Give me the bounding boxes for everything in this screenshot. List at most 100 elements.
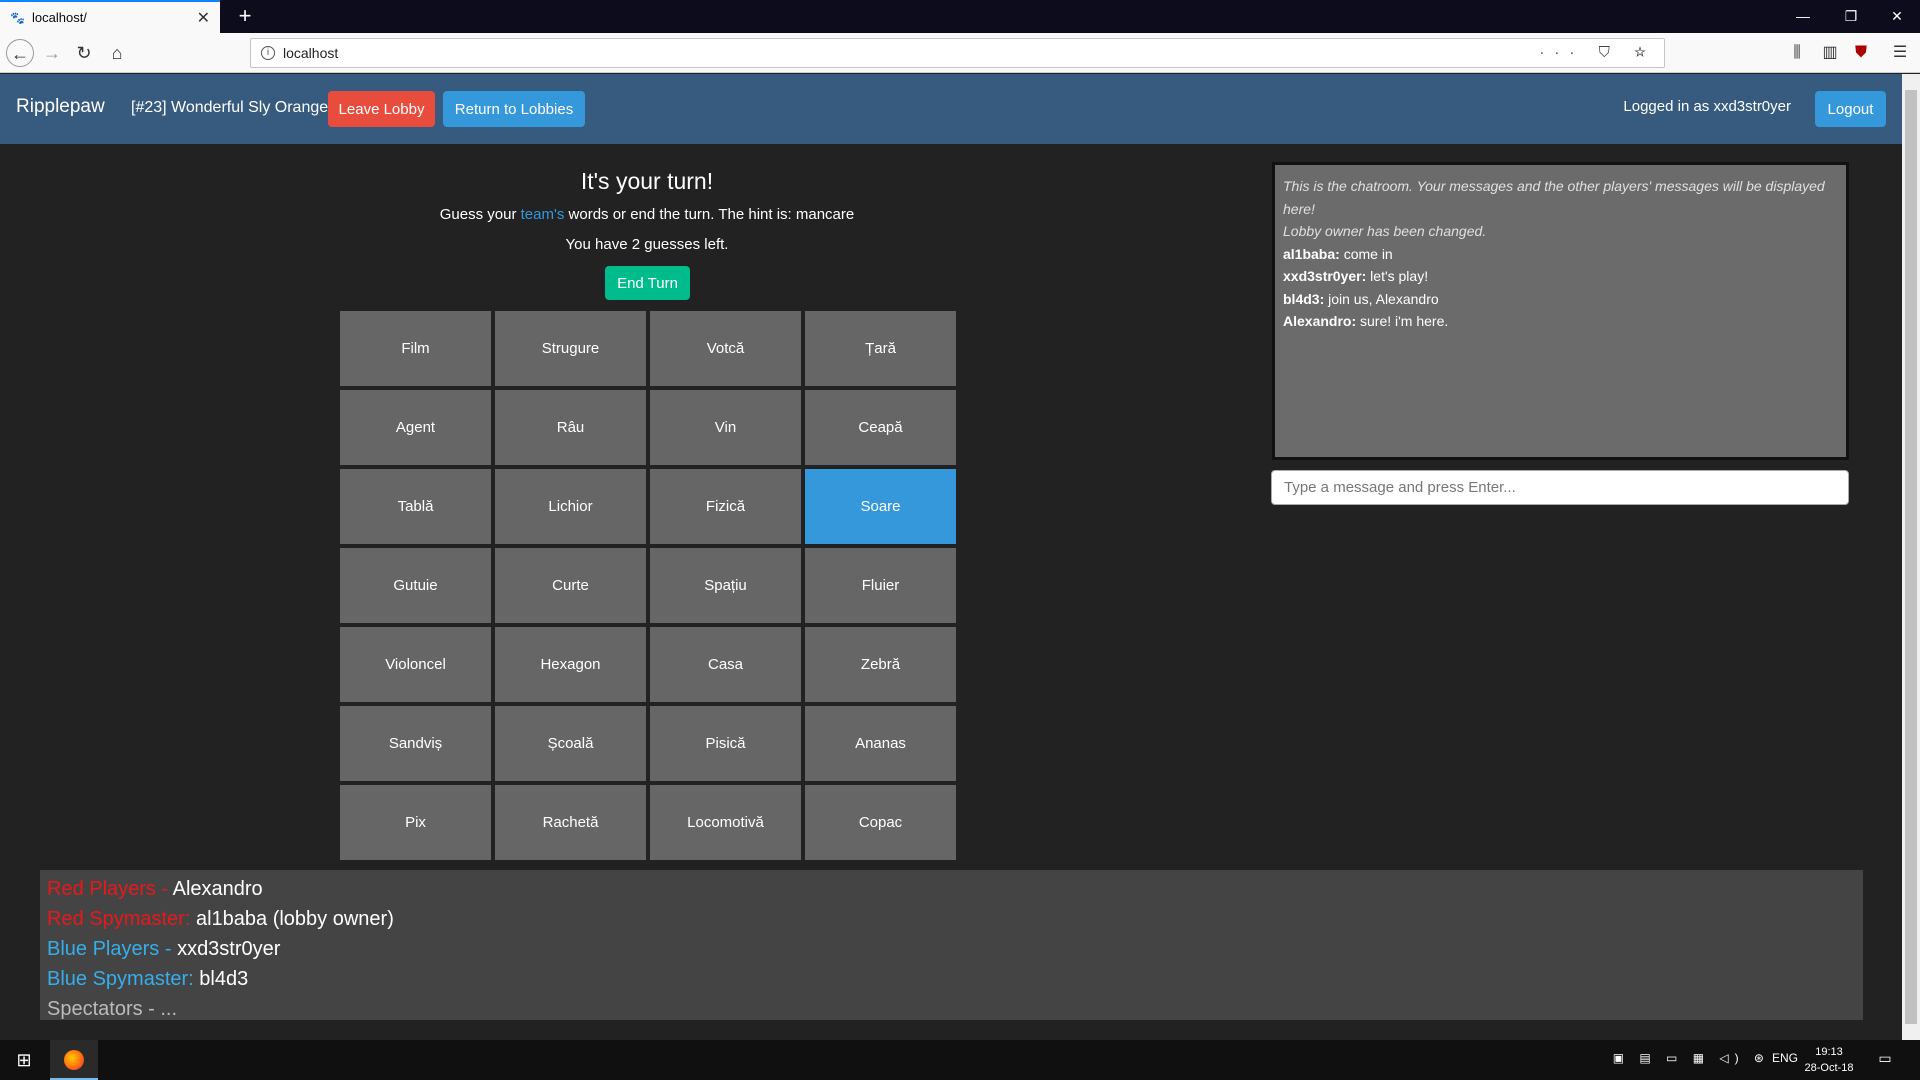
url-bar[interactable]: i localhost ··· ⛉ ☆ [250, 38, 1665, 68]
word-card[interactable]: Casa [650, 627, 801, 702]
home-icon[interactable]: ⌂ [103, 39, 131, 67]
teams-link[interactable]: team's [521, 206, 565, 223]
blue-players-names: xxd3str0yer [177, 938, 281, 960]
info-icon[interactable]: i [261, 46, 275, 60]
clock-date: 28-Oct-18 [1804, 1062, 1854, 1074]
word-card[interactable]: Ananas [805, 706, 956, 781]
taskbar-clock[interactable]: 19:13 28-Oct-18 [1797, 1044, 1861, 1076]
chat-text: sure! i'm here. [1356, 313, 1449, 329]
hint-text: Guess your team's words or end the turn.… [340, 206, 954, 223]
red-spymaster-name: al1baba (lobby owner) [195, 908, 394, 930]
scrollbar-thumb[interactable] [1905, 90, 1917, 1024]
word-card[interactable]: Zebră [805, 627, 956, 702]
library-icon[interactable]: ⫼ [1787, 43, 1807, 63]
page-scrollbar[interactable] [1902, 74, 1920, 1040]
return-to-lobbies-button[interactable]: Return to Lobbies [443, 91, 585, 127]
players-panel: Red Players - Alexandro Red Spymaster: a… [40, 870, 1863, 1020]
word-card[interactable]: Copac [805, 785, 956, 860]
blue-players-row: Blue Players - xxd3str0yer [47, 934, 1856, 964]
word-card[interactable]: Vin [650, 390, 801, 465]
browser-tab-bar: 🐾 localhost/ ✕ + — ❐ ✕ [0, 0, 1920, 33]
word-card[interactable]: Agent [340, 390, 491, 465]
word-card[interactable]: Rachetă [495, 785, 646, 860]
end-turn-button[interactable]: End Turn [605, 266, 690, 300]
chat-system-message: This is the chatroom. Your messages and … [1283, 178, 1825, 217]
word-card[interactable]: Strugure [495, 311, 646, 386]
hint-suffix: words or end the turn. The hint is: manc… [564, 206, 855, 223]
word-card[interactable]: Soare [805, 469, 956, 544]
minimize-button[interactable]: — [1780, 0, 1826, 33]
chat-text: come in [1339, 245, 1393, 262]
chat-system-message: Lobby owner has been changed. [1283, 223, 1487, 239]
chat-message: xxd3str0yer: let's play! [1283, 265, 1838, 288]
tab-title: localhost/ [32, 10, 87, 25]
red-players-row: Red Players - Alexandro [47, 874, 1856, 904]
hamburger-menu-icon[interactable]: ☰ [1890, 43, 1910, 63]
chat-input[interactable] [1271, 470, 1849, 505]
word-card[interactable]: Fluier [805, 548, 956, 623]
logout-button[interactable]: Logout [1815, 91, 1886, 127]
sidebar-icon[interactable]: ▥ [1820, 43, 1840, 63]
chat-user: xxd3str0yer: [1283, 268, 1367, 284]
tab-close-icon[interactable]: ✕ [197, 8, 210, 28]
back-icon[interactable]: ← [6, 39, 34, 67]
word-card[interactable]: Pisică [650, 706, 801, 781]
window-close-button[interactable]: ✕ [1874, 0, 1920, 33]
turn-title: It's your turn! [580, 168, 714, 194]
reload-icon[interactable]: ↻ [70, 39, 98, 67]
firefox-icon [64, 1050, 84, 1070]
blue-spymaster-name: bl4d3 [199, 968, 249, 990]
logged-in-status: Logged in as xxd3str0yer [1623, 98, 1791, 115]
notifications-icon[interactable]: ▭ [1875, 1050, 1895, 1070]
chat-message: bl4d3: join us, Alexandro [1283, 288, 1838, 311]
page-actions-icon[interactable]: ··· ⛉ ☆ [1539, 39, 1656, 67]
new-tab-button[interactable]: + [232, 3, 258, 29]
app-navbar: Ripplepaw [#23] Wonderful Sly Orange Lea… [0, 74, 1902, 144]
word-board: Film Strugure Votcă Țară Agent Râu Vin Ceapă Tab… [340, 311, 956, 860]
browser-tab[interactable]: 🐾 localhost/ ✕ [0, 0, 220, 33]
word-card[interactable]: Țară [805, 311, 956, 386]
word-card[interactable]: Curte [495, 548, 646, 623]
word-card[interactable]: Locomotivă [650, 785, 801, 860]
word-card[interactable]: Fizică [650, 469, 801, 544]
system-tray-icons[interactable]: ▣ ▤ ▭ ▦ ◁) ⊛ [1613, 1051, 1770, 1065]
word-card[interactable]: Pix [340, 785, 491, 860]
forward-icon[interactable]: → [38, 39, 66, 67]
word-card[interactable]: Film [340, 311, 491, 386]
guesses-left: You have 2 guesses left. [565, 236, 729, 253]
blue-spymaster-label: Blue Spymaster: [47, 968, 200, 990]
word-card[interactable]: Violoncel [340, 627, 491, 702]
word-card[interactable]: Votcă [650, 311, 801, 386]
blue-players-label: Blue Players - [47, 938, 178, 960]
ublock-shield-icon[interactable]: ⛊ [1851, 43, 1871, 63]
windows-start-icon[interactable]: ⊞ [0, 1040, 48, 1080]
word-card[interactable]: Tablă [340, 469, 491, 544]
language-indicator[interactable]: ENG [1772, 1051, 1798, 1065]
paw-favicon-icon: 🐾 [10, 10, 25, 25]
clock-time: 19:13 [1815, 1046, 1843, 1058]
red-spymaster-label: Red Spymaster: [47, 908, 196, 930]
chat-text: let's play! [1366, 268, 1429, 284]
chat-user: al1baba: [1283, 245, 1340, 262]
chatroom: This is the chatroom. Your messages and … [1272, 162, 1849, 460]
browser-toolbar: ← → ↻ ⌂ i localhost ··· ⛉ ☆ ⫼ ▥ ⛊ ☰ [0, 33, 1920, 73]
brand-logo[interactable]: Ripplepaw [16, 96, 105, 118]
hint-prefix: Guess your [439, 206, 521, 223]
word-card[interactable]: Râu [495, 390, 646, 465]
word-card[interactable]: Lichior [495, 469, 646, 544]
url-text: localhost [283, 45, 339, 61]
red-players-names: Alexandro [172, 878, 263, 900]
firefox-taskbar-button[interactable] [50, 1040, 98, 1080]
leave-lobby-button[interactable]: Leave Lobby [328, 91, 435, 127]
chat-message: al1baba: come in [1283, 243, 1838, 266]
word-card[interactable]: Sandviș [340, 706, 491, 781]
word-card[interactable]: Spațiu [650, 548, 801, 623]
lobby-name: [#23] Wonderful Sly Orange [131, 99, 329, 116]
red-players-label: Red Players - [47, 878, 173, 900]
word-card[interactable]: Gutuie [340, 548, 491, 623]
chat-user: Alexandro: [1283, 313, 1357, 329]
word-card[interactable]: Hexagon [495, 627, 646, 702]
word-card[interactable]: Școală [495, 706, 646, 781]
word-card[interactable]: Ceapă [805, 390, 956, 465]
restore-button[interactable]: ❐ [1828, 0, 1874, 33]
